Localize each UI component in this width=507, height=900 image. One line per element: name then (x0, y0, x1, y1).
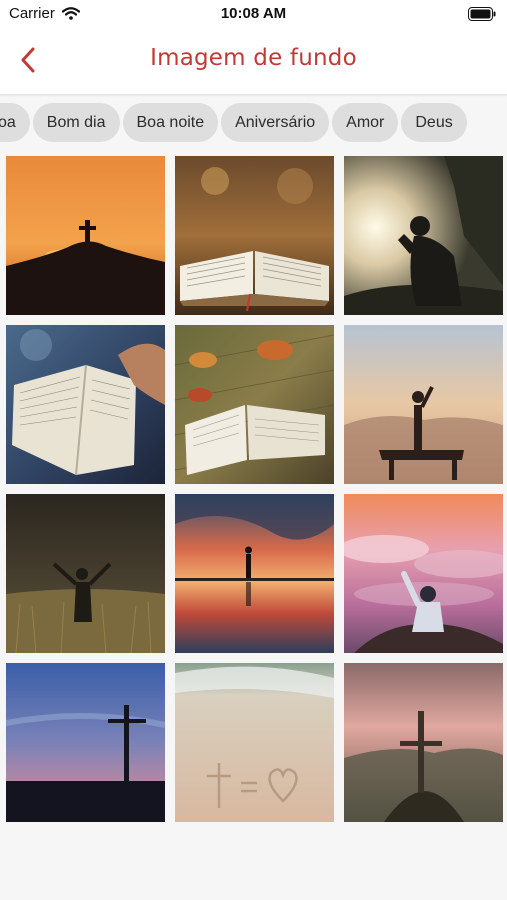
image-tile-man-arms-raised-in-grass[interactable] (6, 494, 165, 653)
chip-deus[interactable]: Deus (401, 103, 467, 142)
image-tile-bible-with-autumn-leaves[interactable] (175, 325, 334, 484)
battery-icon (468, 7, 496, 26)
chip-bom-dia[interactable]: Bom dia (32, 103, 120, 142)
image-tile-cross-at-dusk[interactable] (6, 663, 165, 822)
chip-amor[interactable]: Amor (332, 103, 399, 142)
chip-boa-noite[interactable]: Boa noite (122, 103, 219, 142)
chip-aniversario[interactable]: Aniversário (221, 103, 330, 142)
image-grid (6, 156, 503, 822)
image-tile-man-praying-silhouette[interactable] (344, 156, 503, 315)
status-bar: Carrier 10:08 AM (0, 0, 507, 28)
navigation-bar: Imagem de fundo (0, 28, 507, 94)
page-title: Imagem de fundo (150, 45, 357, 71)
image-tile-open-bible-on-table[interactable] (175, 156, 334, 315)
image-tile-cross-on-hill-sunset[interactable] (6, 156, 165, 315)
image-tile-cross-on-mountain[interactable] (344, 663, 503, 822)
image-tile-man-walking-on-water-sunset[interactable] (175, 494, 334, 653)
status-time: 10:08 AM (220, 5, 287, 22)
category-chip-row[interactable]: coa Bom dia Boa noite Aniversário Amor D… (0, 103, 507, 143)
image-tile-man-raising-fist-above-clouds[interactable] (344, 494, 503, 653)
image-tile-hands-holding-bible[interactable] (6, 325, 165, 484)
image-tile-cross-drawn-in-sand[interactable] (175, 663, 334, 822)
header-divider (0, 94, 507, 97)
image-tile-person-raising-hand-on-cliff[interactable] (344, 325, 503, 484)
chip-pascoa[interactable]: coa (0, 103, 30, 142)
